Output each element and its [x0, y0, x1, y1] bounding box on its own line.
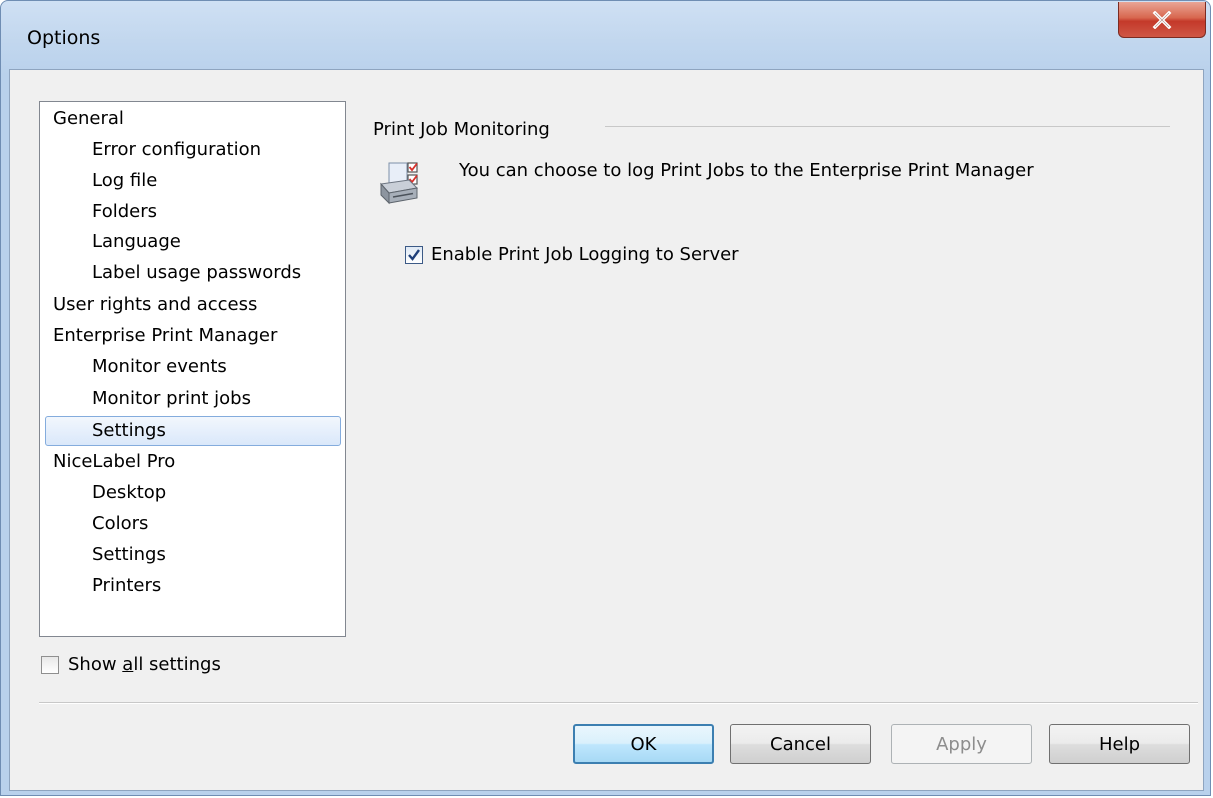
enable-print-job-logging-checkbox[interactable]	[405, 246, 423, 264]
tree-item-monitor-print-jobs[interactable]: Monitor print jobs	[92, 384, 251, 414]
ok-button[interactable]: OK	[573, 724, 714, 764]
checkmark-icon	[408, 249, 420, 261]
tree-item-enterprise-print-manager[interactable]: Enterprise Print Manager	[53, 321, 277, 351]
tree-item-log-file[interactable]: Log file	[92, 166, 157, 196]
show-all-settings-checkbox[interactable]	[41, 656, 59, 674]
apply-button[interactable]: Apply	[891, 724, 1032, 764]
tree-item-label-usage-passwords[interactable]: Label usage passwords	[92, 258, 301, 288]
tree-item-desktop[interactable]: Desktop	[92, 478, 166, 508]
tree-item-nicelabel-settings[interactable]: Settings	[92, 540, 166, 570]
group-title: Print Job Monitoring	[373, 119, 550, 140]
tree-item-folders[interactable]: Folders	[92, 197, 157, 227]
enable-print-job-logging-label[interactable]: Enable Print Job Logging to Server	[431, 244, 739, 265]
close-button[interactable]	[1118, 2, 1206, 38]
tree-item-user-rights[interactable]: User rights and access	[53, 290, 257, 320]
tree-selection-highlight	[45, 416, 341, 446]
show-all-settings-label[interactable]: Show all settings	[68, 654, 221, 675]
group-divider	[605, 126, 1170, 127]
printer-checklist-icon	[380, 162, 419, 205]
options-dialog: Options General Error configuration Log …	[0, 0, 1211, 796]
category-tree[interactable]: General Error configuration Log file Fol…	[39, 101, 346, 637]
bottom-divider	[39, 702, 1198, 704]
close-x-icon	[1152, 10, 1172, 29]
tree-item-nicelabel-pro[interactable]: NiceLabel Pro	[53, 447, 175, 477]
tree-item-error-configuration[interactable]: Error configuration	[92, 135, 261, 165]
tree-item-general[interactable]: General	[53, 104, 124, 134]
tree-item-printers[interactable]: Printers	[92, 571, 161, 601]
panel-description: You can choose to log Print Jobs to the …	[459, 160, 1034, 181]
help-button[interactable]: Help	[1049, 724, 1190, 764]
tree-item-monitor-events[interactable]: Monitor events	[92, 352, 227, 382]
dialog-client-area: General Error configuration Log file Fol…	[9, 69, 1204, 791]
dialog-title: Options	[27, 27, 101, 49]
tree-item-language[interactable]: Language	[92, 227, 181, 257]
tree-item-epm-settings[interactable]: Settings	[92, 416, 166, 446]
cancel-button[interactable]: Cancel	[730, 724, 871, 764]
tree-item-colors[interactable]: Colors	[92, 509, 148, 539]
